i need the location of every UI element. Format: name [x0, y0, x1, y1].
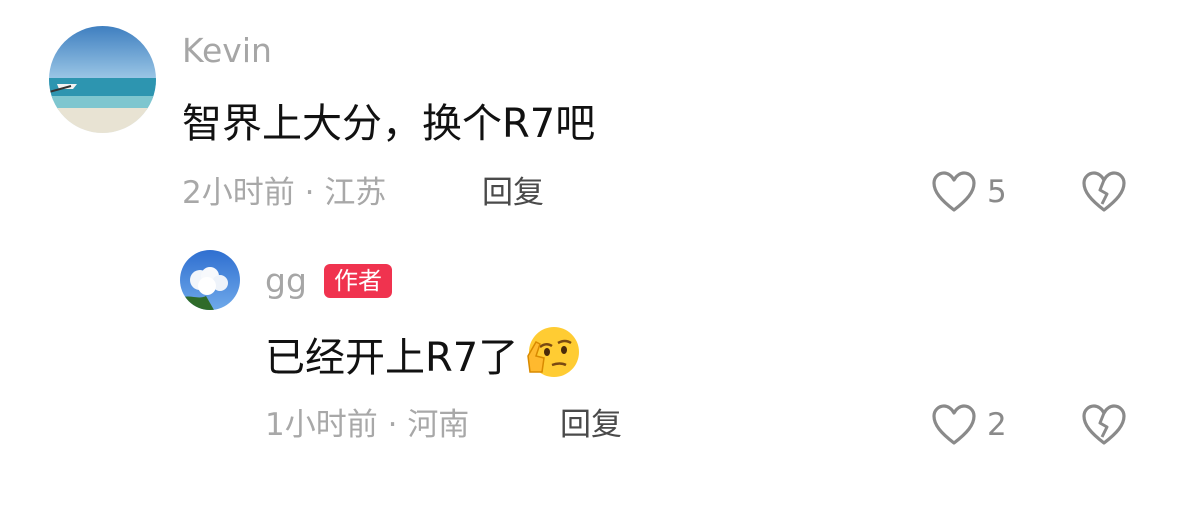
dislike-button[interactable] [1081, 170, 1127, 218]
reply-button[interactable]: 回复 [482, 178, 544, 209]
heart-outline-icon [932, 404, 976, 445]
comment-text: 智界上大分，换个R7吧 [182, 101, 596, 147]
like-button[interactable]: 5 [931, 170, 1007, 214]
comment-time: 1小时前 [265, 407, 378, 443]
comment-text-content: 已经开上R7了 [265, 335, 519, 381]
heart-outline-icon [932, 171, 976, 212]
comment-time: 2小时前 [182, 175, 295, 211]
like-count: 5 [987, 173, 1007, 210]
reply-button[interactable]: 回复 [560, 410, 622, 441]
sky-clouds-avatar [180, 250, 240, 310]
broken-heart-icon [1082, 404, 1126, 445]
comment-username[interactable]: Kevin [182, 34, 272, 67]
broken-heart-icon [1082, 171, 1126, 212]
comment-location: 河南 [407, 407, 470, 443]
meta-separator: · [304, 175, 325, 211]
beach-boat-avatar [49, 26, 156, 133]
comment-meta: 2小时前 · 江苏 [182, 178, 386, 209]
author-badge: 作者 [324, 264, 392, 298]
comment-location: 江苏 [324, 175, 387, 211]
comment-meta: 1小时前 · 河南 [265, 410, 469, 441]
comment-username[interactable]: gg [265, 264, 307, 297]
comment-text: 已经开上R7了 [265, 327, 582, 381]
like-button[interactable]: 2 [931, 403, 1007, 447]
thinking-face-emoji [527, 327, 580, 377]
avatar[interactable] [180, 250, 240, 310]
like-count: 2 [987, 406, 1007, 443]
avatar[interactable] [49, 26, 156, 133]
dislike-button[interactable] [1081, 403, 1127, 451]
meta-separator: · [387, 407, 408, 443]
